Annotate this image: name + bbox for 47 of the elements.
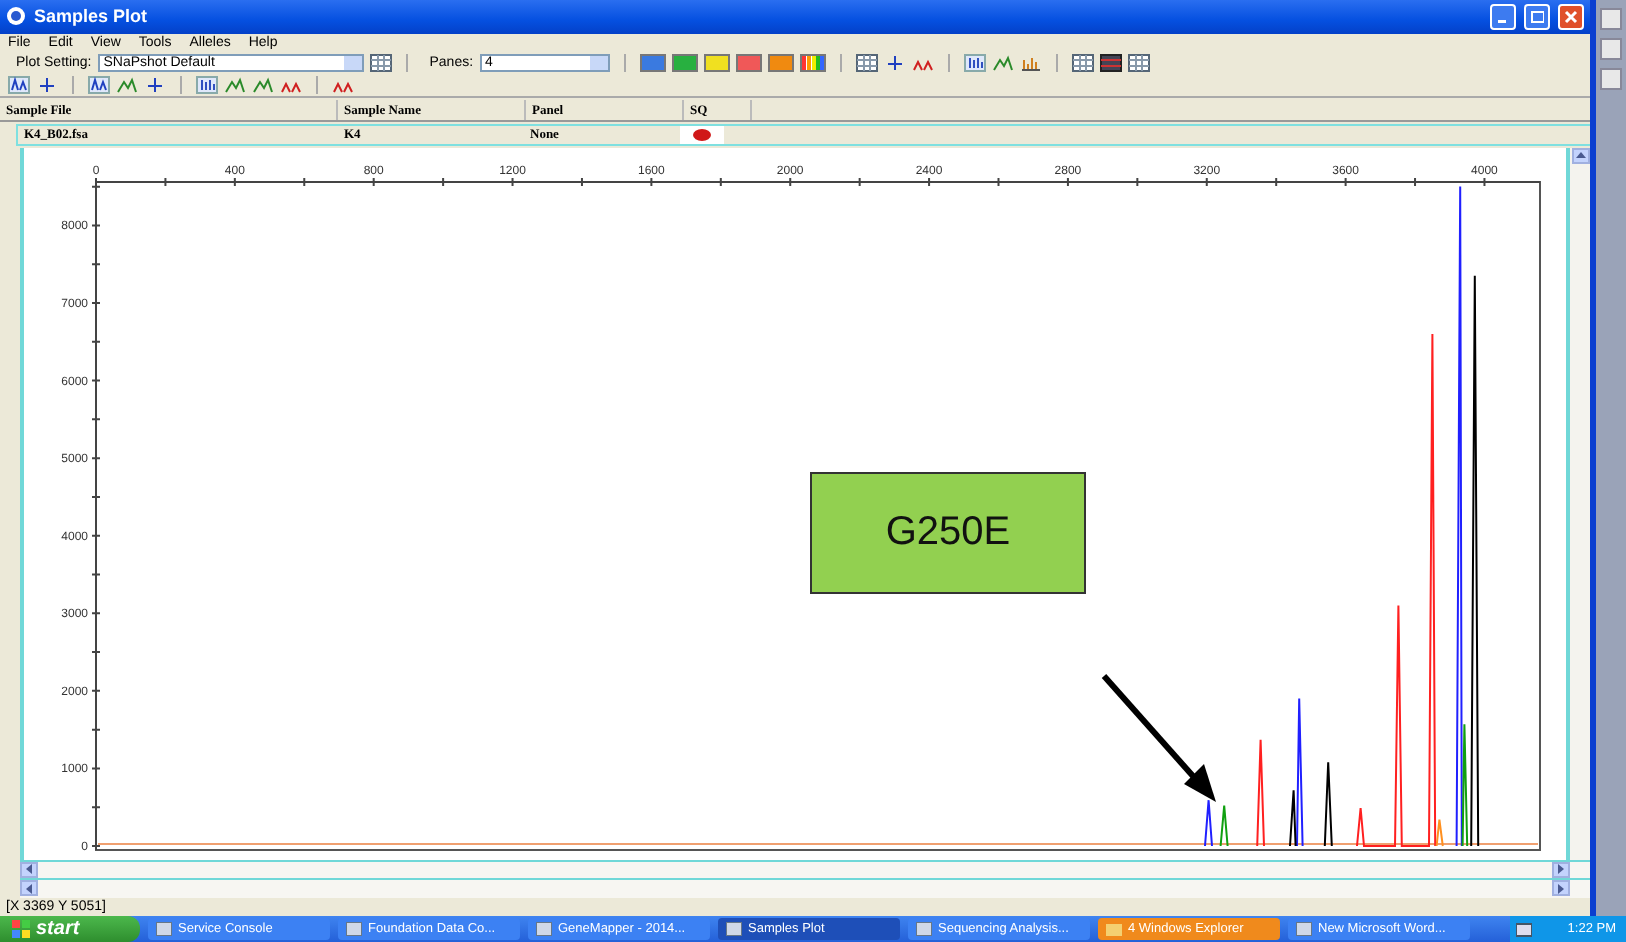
peaks-icon[interactable] [224,75,246,94]
callout-label: G250E [810,471,1086,594]
dye-button[interactable] [639,53,666,72]
bar-chart-icon[interactable] [1019,53,1042,72]
scroll-up-button[interactable] [1571,147,1590,164]
window-icon [1296,922,1312,936]
table-icon[interactable] [855,53,878,72]
peaks-icon[interactable] [116,75,138,94]
scroll-left-button[interactable] [20,880,38,897]
scroll-right-button[interactable] [1552,861,1570,878]
peaks-icon[interactable] [252,75,274,94]
dye-button[interactable] [671,53,698,72]
arrow [1101,673,1216,802]
network-icon[interactable] [1516,921,1532,937]
grid-icon[interactable] [1099,53,1122,72]
window-icon [346,922,362,936]
plot-settings-icon[interactable] [369,53,392,72]
scroll-right-button[interactable] [1552,880,1570,897]
horizontal-scrollbar[interactable] [20,878,1590,898]
close-button[interactable] [1558,3,1584,30]
dye-button[interactable] [767,53,794,72]
bar-chart-icon[interactable] [963,53,986,72]
dye-button[interactable] [703,53,730,72]
scroll-left-button[interactable] [20,861,38,878]
peaks-icon[interactable] [991,53,1014,72]
window-icon [726,922,742,936]
table-icon[interactable] [1127,53,1150,72]
peaks-icon[interactable] [88,75,110,94]
window-icon [156,922,172,936]
peaks-icon[interactable] [8,75,30,94]
bar-chart-icon[interactable] [196,75,218,94]
windows-logo-icon [12,920,30,938]
all-dyes-button[interactable] [799,53,826,72]
close-icon [1564,9,1578,24]
vertical-scrollbar[interactable] [1570,147,1590,860]
app-icon [6,6,26,27]
window-title: Samples Plot [34,6,148,27]
maximize-icon [1530,9,1544,24]
window-icon [916,922,932,936]
table-icon[interactable] [1071,53,1094,72]
window-icon [536,922,552,936]
folder-icon [1106,922,1122,936]
quality-flag-icon [692,127,712,142]
minimize-button[interactable] [1490,3,1516,30]
up-arrow-icon [1575,152,1586,159]
maximize-button[interactable] [1524,3,1550,30]
dye-button[interactable] [735,53,762,72]
